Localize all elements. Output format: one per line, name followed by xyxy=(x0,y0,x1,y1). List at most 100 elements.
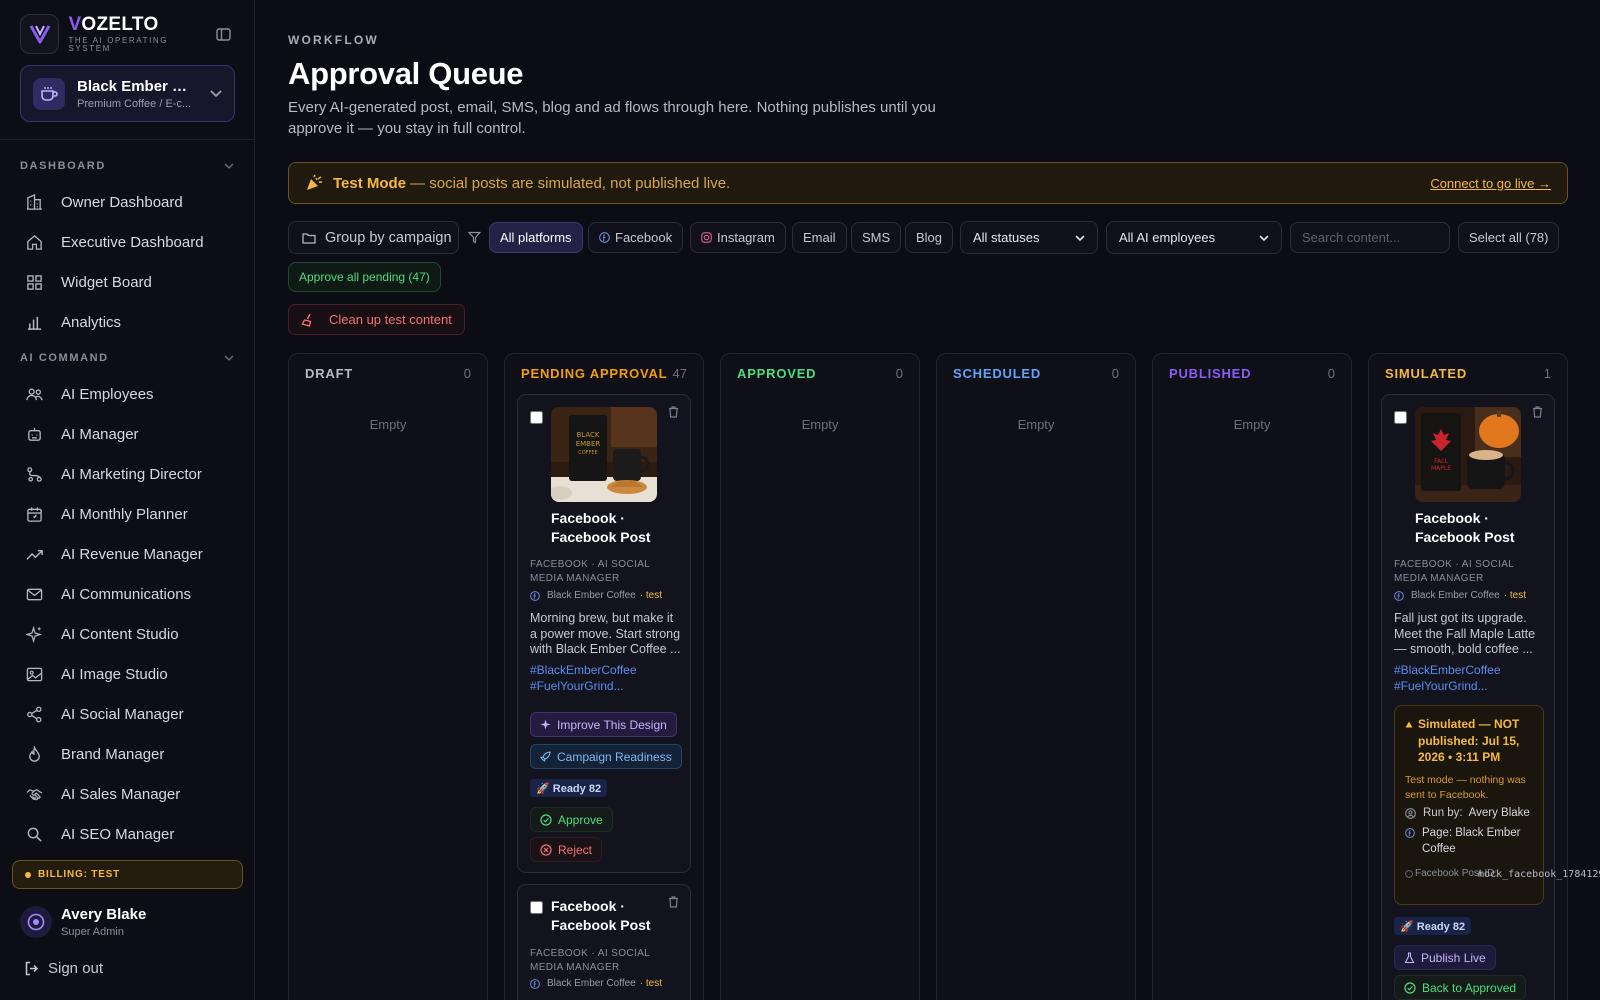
billing-badge[interactable]: BILLING: TEST xyxy=(12,860,243,889)
x-circle-icon xyxy=(540,843,552,856)
chevron-down-icon xyxy=(210,89,222,98)
reject-label: Reject xyxy=(558,842,593,857)
svg-text:MAPLE: MAPLE xyxy=(1431,465,1451,472)
publish-label: Publish Live xyxy=(1421,950,1486,965)
nav-section-label: AI COMMAND xyxy=(20,352,109,364)
column-count: 1 xyxy=(1543,366,1551,381)
svg-text:EMBER: EMBER xyxy=(576,440,601,448)
sidebar-item-ai-content-studio[interactable]: AI Content Studio xyxy=(0,614,254,654)
workspace-subtitle: Premium Coffee / E-c... xyxy=(77,97,192,110)
sidebar-item-ai-marketing-director[interactable]: AI Marketing Director xyxy=(0,454,254,494)
select-all-button[interactable]: Select all (78) xyxy=(1458,222,1560,253)
platform-email[interactable]: Email xyxy=(792,222,847,253)
platform-all[interactable]: All platforms xyxy=(489,222,583,253)
sidebar-item-ai-communications[interactable]: AI Communications xyxy=(0,574,254,614)
publish-live-button[interactable]: Publish Live xyxy=(1394,945,1496,970)
sidebar-nav: DASHBOARD Owner Dashboard Executive Dashbo… xyxy=(0,150,254,847)
sidebar-item-label: Analytics xyxy=(61,313,122,331)
column-count: 0 xyxy=(1111,366,1119,381)
column-scheduled: SCHEDULED 0 Empty xyxy=(936,353,1136,1000)
improve-design-button[interactable]: Improve This Design xyxy=(530,712,677,737)
workspace-name: Black Ember Co... xyxy=(77,77,197,95)
connect-go-live-link[interactable]: Connect to go live → xyxy=(1430,176,1551,191)
clean-up-test-content-button[interactable]: Clean up test content xyxy=(288,304,465,335)
nav-section-ai-command[interactable]: AI COMMAND xyxy=(0,342,254,374)
sidebar-item-owner-dashboard[interactable]: Owner Dashboard xyxy=(0,182,254,222)
content-card[interactable]: FALL MAPLE Facebook · Facebook Post FACE… xyxy=(1381,394,1600,1000)
empty-state: Empty xyxy=(1017,417,1055,432)
ai-employee-select[interactable]: All AI employees xyxy=(1106,221,1282,254)
sidebar-toggle-icon[interactable] xyxy=(212,23,234,45)
group-by-campaign-button[interactable]: Group by campaign xyxy=(288,221,459,254)
grid-icon xyxy=(26,274,43,291)
folder-icon xyxy=(302,232,316,244)
filter-icon[interactable] xyxy=(468,231,481,244)
card-checkbox[interactable] xyxy=(1394,411,1407,424)
platform-facebook[interactable]: Facebook xyxy=(588,222,684,253)
content-card[interactable]: Facebook · Facebook Post FACEBOOK · AI S… xyxy=(517,884,691,1000)
card-checkbox[interactable] xyxy=(530,411,543,424)
sidebar-item-ai-manager[interactable]: AI Manager xyxy=(0,414,254,454)
campaign-readiness-button[interactable]: Campaign Readiness xyxy=(530,744,682,769)
bar-chart-icon xyxy=(26,314,43,331)
user-profile[interactable]: Avery Blake Super Admin xyxy=(20,906,146,938)
post-id-value: mock_facebook_1784129 xyxy=(1478,868,1600,880)
sidebar-item-widget-board[interactable]: Widget Board xyxy=(0,262,254,302)
card-checkbox[interactable] xyxy=(530,901,543,914)
run-by-row: Run by: Avery Blake xyxy=(1405,806,1530,822)
search-input[interactable] xyxy=(1290,222,1450,253)
card-body: Morning brew, but make it a power move. … xyxy=(530,611,681,656)
trash-icon[interactable] xyxy=(1532,406,1543,418)
platform-blog[interactable]: Blog xyxy=(905,222,954,253)
card-hashtags: #BlackEmberCoffee #FuelYourGrind... xyxy=(530,663,637,693)
campaign-label: Campaign Readiness xyxy=(557,749,672,764)
empty-state: Empty xyxy=(1233,417,1271,432)
sidebar: VOZELTO THE AI OPERATING SYSTEM Black Em… xyxy=(0,0,255,1000)
sidebar-item-ai-revenue-manager[interactable]: AI Revenue Manager xyxy=(0,534,254,574)
approve-button[interactable]: Approve xyxy=(530,807,613,832)
workspace-switcher[interactable]: Black Ember Co... Premium Coffee / E-c..… xyxy=(20,65,235,122)
platform-sms[interactable]: SMS xyxy=(851,222,902,253)
simulation-title: Simulated — NOT published: Jul 15, 2026 … xyxy=(1405,716,1537,766)
sidebar-item-ai-sales-manager[interactable]: AI Sales Manager xyxy=(0,774,254,814)
party-popper-icon xyxy=(305,174,323,192)
sidebar-item-ai-employees[interactable]: AI Employees xyxy=(0,374,254,414)
sidebar-item-ai-social-manager[interactable]: AI Social Manager xyxy=(0,694,254,734)
sidebar-item-executive-dashboard[interactable]: Executive Dashboard xyxy=(0,222,254,262)
logo-icon[interactable] xyxy=(20,14,60,54)
column-pending-approval: PENDING APPROVAL 47 BLACK EMBER COFFEE F… xyxy=(504,353,704,1000)
platform-label: All platforms xyxy=(500,230,572,245)
avatar xyxy=(20,906,52,938)
approve-all-pending-button[interactable]: Approve all pending (47) xyxy=(288,262,441,292)
sidebar-item-analytics[interactable]: Analytics xyxy=(0,302,254,342)
sign-out-button[interactable]: Sign out xyxy=(24,960,103,977)
billing-label: BILLING: TEST xyxy=(38,869,121,880)
page-title: Approval Queue xyxy=(288,56,524,91)
sidebar-item-brand-manager[interactable]: Brand Manager xyxy=(0,734,254,774)
platform-instagram[interactable]: Instagram xyxy=(690,222,786,253)
sparkles-icon xyxy=(26,625,43,643)
main-content: WORKFLOW Approval Queue Every AI-generat… xyxy=(288,0,1600,1000)
sidebar-item-ai-image-studio[interactable]: AI Image Studio xyxy=(0,654,254,694)
users-icon xyxy=(26,386,43,403)
reject-button[interactable]: Reject xyxy=(530,837,603,862)
back-label: Back to Approved xyxy=(1422,980,1517,995)
nav-section-dashboard[interactable]: DASHBOARD xyxy=(0,150,254,182)
sidebar-item-ai-monthly-planner[interactable]: AI Monthly Planner xyxy=(0,494,254,534)
card-meta: FACEBOOK · AI SOCIAL MEDIA MANAGER xyxy=(530,948,650,973)
page-description: Every AI-generated post, email, SMS, blo… xyxy=(288,99,936,137)
workflow-icon xyxy=(26,466,43,483)
banner-title: Test Mode xyxy=(333,174,407,192)
status-select[interactable]: All statuses xyxy=(960,221,1098,254)
back-to-approved-button[interactable]: Back to Approved xyxy=(1394,975,1527,1000)
user-role: Super Admin xyxy=(61,926,124,938)
employee-select-value: All AI employees xyxy=(1119,230,1216,245)
trash-icon[interactable] xyxy=(668,406,679,418)
group-by-label: Group by campaign xyxy=(325,229,452,246)
content-card[interactable]: BLACK EMBER COFFEE Facebook · Facebook P… xyxy=(517,394,691,873)
run-by-label: Run by: xyxy=(1423,807,1463,819)
sidebar-item-label: AI Social Manager xyxy=(61,705,184,723)
platform-label: Instagram xyxy=(717,230,775,245)
column-title: APPROVED xyxy=(737,366,817,381)
sidebar-item-ai-seo-manager[interactable]: AI SEO Manager xyxy=(0,814,254,847)
